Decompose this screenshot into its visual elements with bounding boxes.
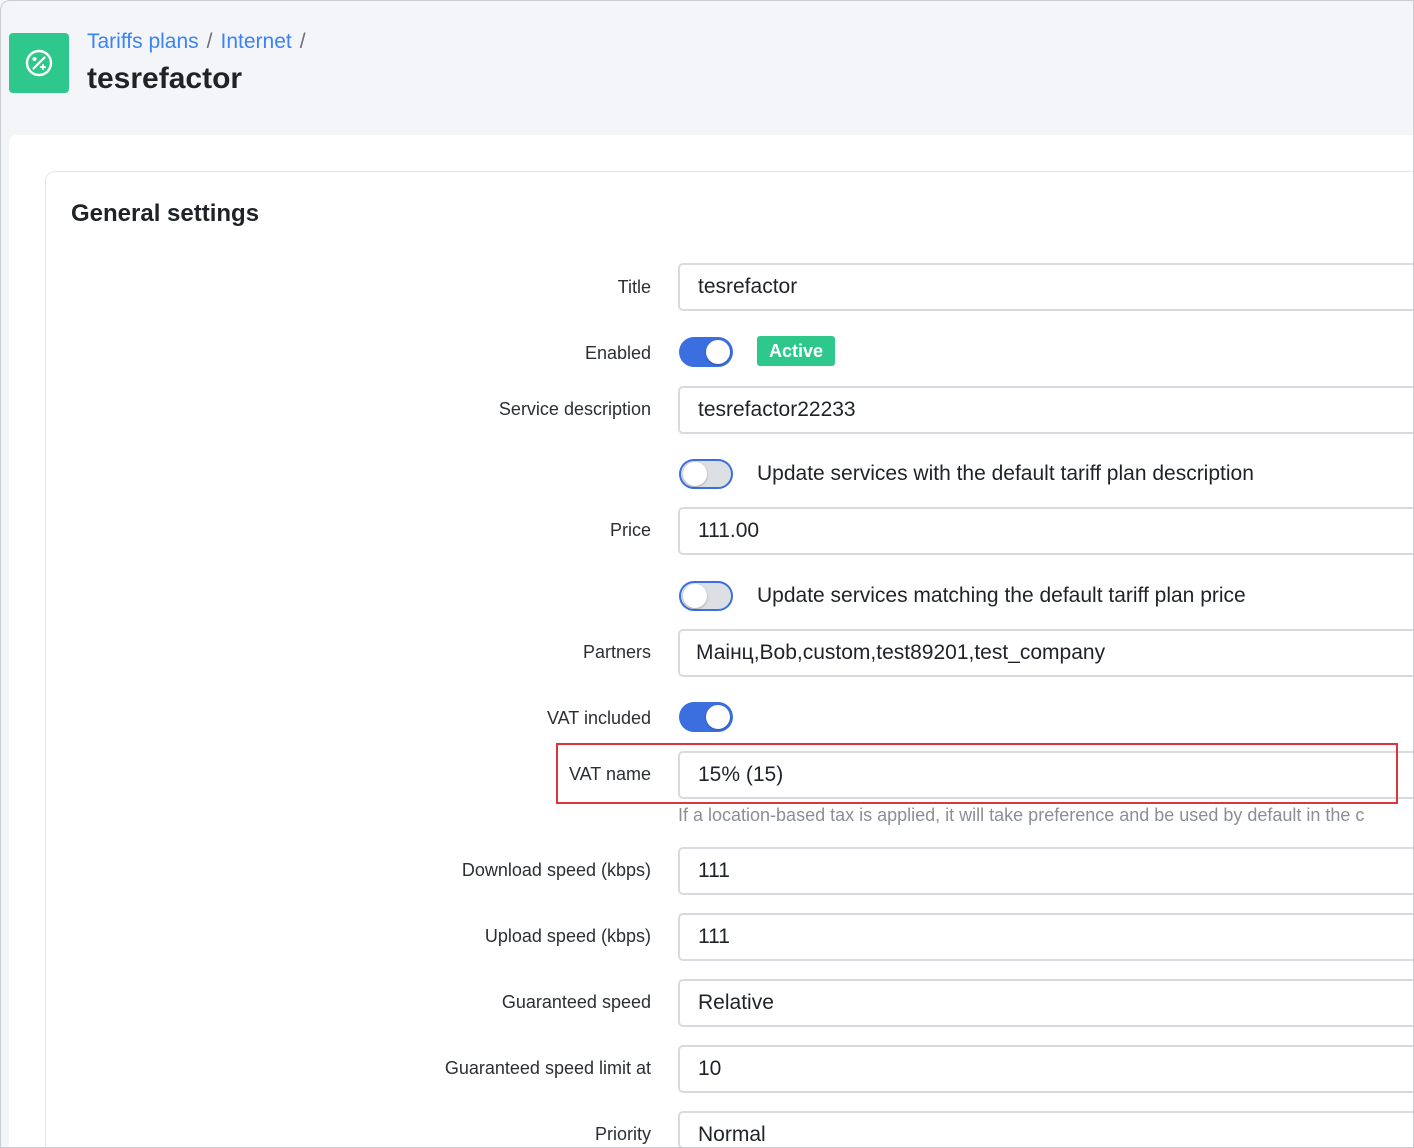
breadcrumb-tariffs-plans[interactable]: Tariffs plans [87,30,199,53]
vat-name-hint: If a location-based tax is applied, it w… [678,805,1365,825]
toggle-knob [706,705,730,729]
enabled-toggle[interactable] [679,337,733,367]
service-description-input[interactable]: tesrefactor22233 [678,386,1413,434]
price-label: Price [609,520,651,540]
title-label: Title [617,277,651,297]
guaranteed-speed-limit-input[interactable]: 10 [678,1045,1413,1093]
update-price-text: Update services matching the default tar… [757,584,1246,607]
highlight-box [556,743,1398,804]
toggle-knob [706,340,730,364]
download-speed-input[interactable]: 111 [678,847,1413,895]
priority-select[interactable]: Normal [678,1111,1413,1147]
vat-included-toggle[interactable] [679,702,733,732]
guaranteed-speed-limit-label: Guaranteed speed limit at [444,1058,651,1078]
percent-tag-icon [9,33,69,93]
upload-speed-label: Upload speed (kbps) [484,926,651,946]
section-title: General settings [71,200,260,227]
service-description-label: Service description [498,399,651,419]
breadcrumb-separator: / [206,30,213,53]
breadcrumb-separator: / [299,30,306,53]
status-badge: Active [757,336,836,366]
title-input[interactable]: tesrefactor [678,263,1413,311]
toggle-knob [683,584,707,608]
breadcrumb-internet[interactable]: Internet [221,30,292,53]
download-speed-label: Download speed (kbps) [461,860,651,880]
vat-included-label: VAT included [546,708,651,728]
toggle-knob [683,462,707,486]
enabled-label: Enabled [584,343,651,363]
guaranteed-speed-label: Guaranteed speed [501,992,651,1012]
guaranteed-speed-select[interactable]: Relative [678,979,1413,1027]
page-title: tesrefactor [87,62,243,95]
app-window: Tariffs plans / Internet / tesrefactor Gene… [0,0,1414,1148]
priority-label: Priority [594,1124,651,1144]
update-description-text: Update services with the default tariff … [757,462,1254,485]
partners-select[interactable]: Маінц,Bob,custom,test89201,test_company [678,629,1413,677]
update-price-toggle[interactable] [679,581,733,611]
partners-label: Partners [582,642,651,662]
update-description-toggle[interactable] [679,459,733,489]
price-input[interactable]: 111.00 [678,507,1413,555]
breadcrumb: Tariffs plans / Internet / [87,29,314,55]
upload-speed-input[interactable]: 111 [678,913,1413,961]
